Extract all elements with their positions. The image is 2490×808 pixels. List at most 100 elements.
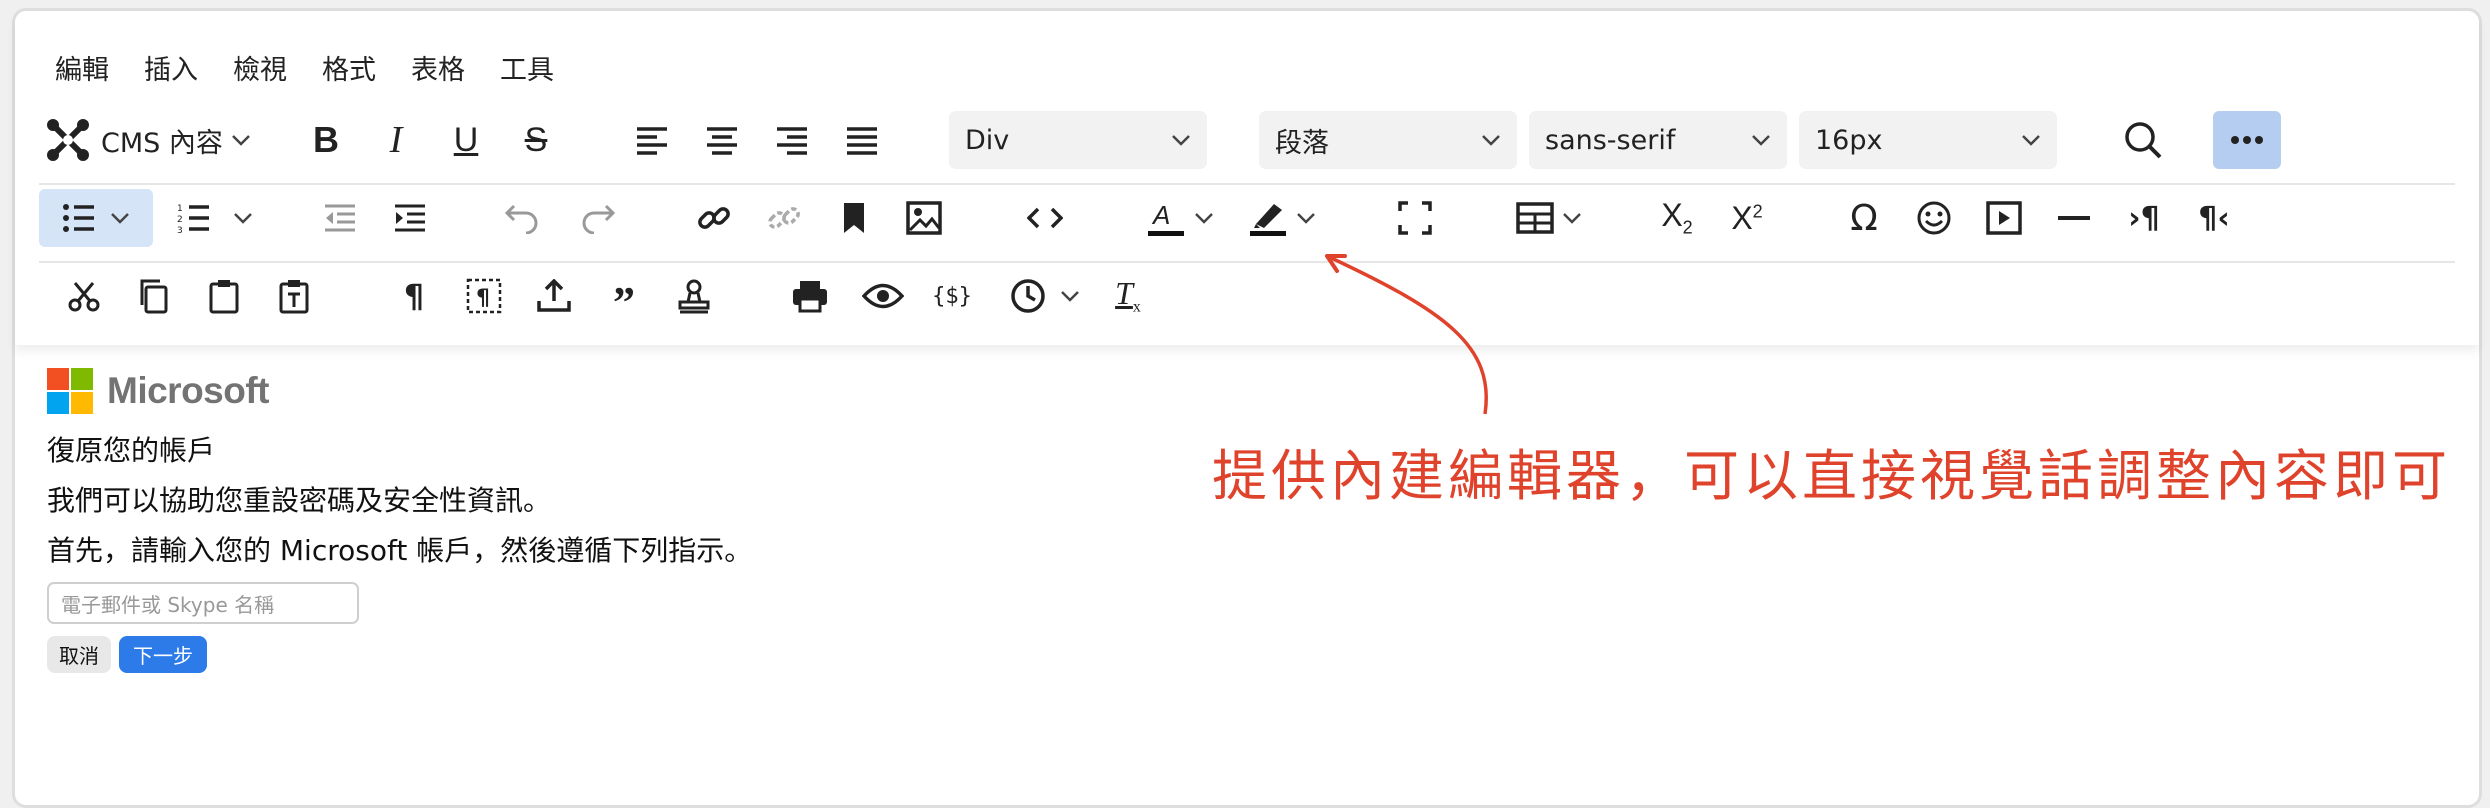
chevron-down-icon <box>1751 133 1771 147</box>
clock-icon <box>1010 278 1046 314</box>
description-line-2: 首先，請輸入您的 Microsoft 帳戶，然後遵循下列指示。 <box>47 534 753 567</box>
highlight-color-button[interactable] <box>1237 189 1327 247</box>
menu-tools[interactable]: 工具 <box>500 48 554 87</box>
justify-button[interactable] <box>835 111 889 169</box>
undo-button[interactable] <box>495 189 549 247</box>
copy-icon <box>138 278 170 314</box>
horizontal-rule-icon <box>2056 215 2092 221</box>
link-button[interactable] <box>687 189 741 247</box>
microsoft-logo: Microsoft <box>47 366 1147 416</box>
font-size-value: 16px <box>1815 124 1883 156</box>
image-button[interactable] <box>897 189 951 247</box>
unlink-button[interactable] <box>757 189 811 247</box>
cancel-button[interactable]: 取消 <box>47 636 111 673</box>
link-icon <box>696 200 732 236</box>
chevron-down-icon <box>231 133 251 147</box>
font-family-select[interactable]: sans-serif <box>1529 111 1787 169</box>
horizontal-rule-button[interactable] <box>2047 189 2101 247</box>
email-field[interactable]: 電子郵件或 Skype 名稱 <box>47 582 359 624</box>
strikethrough-button[interactable]: S <box>509 111 563 169</box>
italic-button[interactable]: I <box>369 111 423 169</box>
chevron-down-icon <box>1562 211 1582 225</box>
svg-text:A: A <box>1151 200 1170 230</box>
justify-icon <box>845 125 879 155</box>
cms-content-label: CMS 內容 <box>101 127 223 159</box>
bullet-list-button[interactable] <box>39 189 153 247</box>
visual-chars-button[interactable]: ¶ <box>387 267 441 325</box>
svg-text:1: 1 <box>177 204 183 214</box>
print-button[interactable] <box>783 267 837 325</box>
indent-button[interactable] <box>383 189 437 247</box>
editor-content[interactable]: Microsoft 復原您的帳戶 我們可以協助您重設密碼及安全性資訊。 首先，請… <box>47 366 1147 673</box>
preview-button[interactable] <box>853 267 913 325</box>
bold-button[interactable]: B <box>299 111 353 169</box>
table-button[interactable] <box>1501 189 1597 247</box>
copy-button[interactable] <box>127 267 181 325</box>
source-code-button[interactable] <box>1015 189 1075 247</box>
redo-icon <box>580 202 616 234</box>
underline-button[interactable]: U <box>439 111 493 169</box>
bold-icon: B <box>313 119 339 160</box>
search-button[interactable] <box>2113 111 2173 169</box>
redo-button[interactable] <box>571 189 625 247</box>
joomla-icon <box>43 115 93 165</box>
format-select[interactable]: 段落 <box>1259 111 1517 169</box>
svg-text:3: 3 <box>177 226 183 233</box>
numbered-list-button[interactable]: 123 <box>165 189 265 247</box>
chevron-down-icon <box>1060 289 1080 303</box>
insert-button[interactable] <box>527 267 581 325</box>
next-button[interactable]: 下一步 <box>119 636 207 673</box>
blockquote-button[interactable]: ” <box>597 267 651 325</box>
page-heading: 復原您的帳戶 <box>47 434 216 467</box>
ltr-button[interactable]: ›¶ <box>2117 189 2171 247</box>
toolbar-row-1: CMS 內容 B I U S Div 段落 sans-serif 16px <box>15 111 2479 177</box>
ltr-icon: ›¶ <box>2128 200 2160 236</box>
editor-window: 編輯 插入 檢視 格式 表格 工具 CMS 內容 B I U S Div 段落 … <box>12 8 2482 808</box>
clear-formatting-button[interactable]: Tx <box>1101 267 1155 325</box>
menu-insert[interactable]: 插入 <box>144 48 198 87</box>
cut-button[interactable] <box>57 267 111 325</box>
subscript-button[interactable]: X2 <box>1647 189 1707 247</box>
chevron-down-icon <box>2021 133 2041 147</box>
indent-icon <box>393 203 427 233</box>
align-left-icon <box>635 125 669 155</box>
media-icon <box>1986 201 2022 235</box>
chevron-down-icon <box>110 211 130 225</box>
menu-view[interactable]: 檢視 <box>233 48 287 87</box>
stamp-button[interactable] <box>667 267 721 325</box>
template-button[interactable]: {$} <box>925 267 979 325</box>
chevron-down-icon <box>1481 133 1501 147</box>
numbered-list-icon: 123 <box>177 203 211 233</box>
outdent-button[interactable] <box>313 189 367 247</box>
align-right-button[interactable] <box>765 111 819 169</box>
block-select[interactable]: Div <box>949 111 1207 169</box>
print-icon <box>791 279 829 313</box>
paste-button[interactable] <box>197 267 251 325</box>
insert-datetime-button[interactable] <box>995 267 1095 325</box>
align-center-button[interactable] <box>695 111 749 169</box>
toolbar-row-2: 123 A X2 X2 Ω ›¶ ¶‹ <box>15 189 2479 255</box>
cms-content-button[interactable]: CMS 內容 <box>43 111 283 169</box>
media-button[interactable] <box>1977 189 2031 247</box>
text-color-button[interactable]: A <box>1135 189 1225 247</box>
superscript-button[interactable]: X2 <box>1717 189 1777 247</box>
menubar: 編輯 插入 檢視 格式 表格 工具 <box>55 37 589 97</box>
paste-text-button[interactable] <box>267 267 321 325</box>
menu-edit[interactable]: 編輯 <box>55 48 109 87</box>
rtl-button[interactable]: ¶‹ <box>2187 189 2241 247</box>
clear-formatting-icon: Tx <box>1115 275 1141 316</box>
description-line-1: 我們可以協助您重設密碼及安全性資訊。 <box>47 484 552 517</box>
svg-text:¶: ¶ <box>476 286 490 311</box>
microsoft-wordmark: Microsoft <box>107 370 270 411</box>
emoticons-button[interactable] <box>1907 189 1961 247</box>
visual-blocks-button[interactable]: ¶ <box>457 267 511 325</box>
font-size-select[interactable]: 16px <box>1799 111 2057 169</box>
special-character-button[interactable]: Ω <box>1837 189 1891 247</box>
menu-format[interactable]: 格式 <box>322 48 376 87</box>
align-left-button[interactable] <box>625 111 679 169</box>
bookmark-button[interactable] <box>827 189 881 247</box>
search-icon <box>2123 120 2163 160</box>
rtl-icon: ¶‹ <box>2198 200 2230 236</box>
menu-table[interactable]: 表格 <box>411 48 465 87</box>
more-button[interactable] <box>2213 111 2281 169</box>
